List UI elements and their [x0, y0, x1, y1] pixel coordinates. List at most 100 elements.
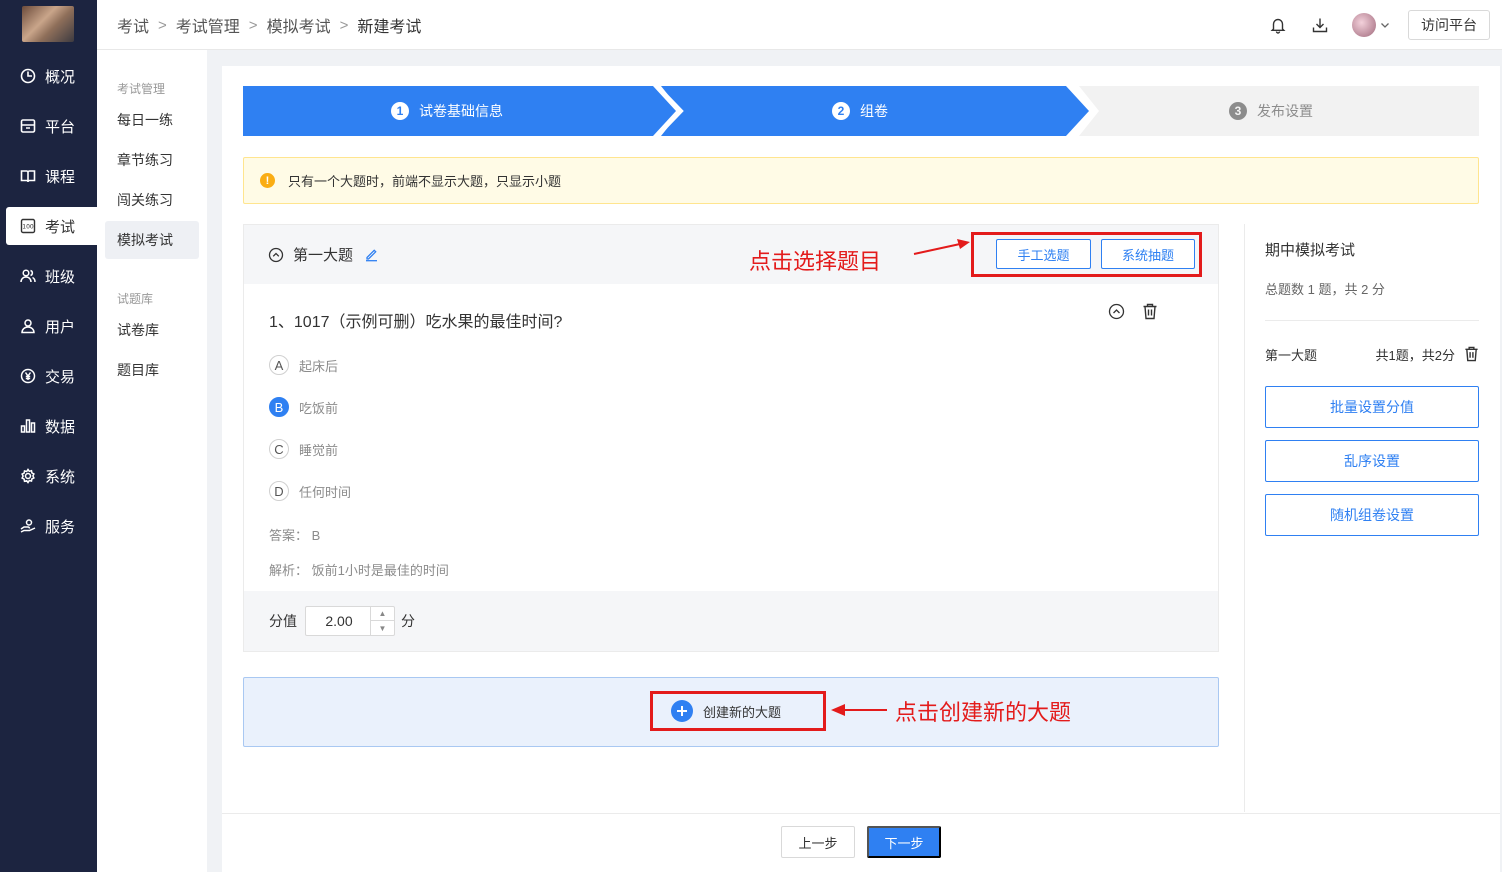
svg-text:100: 100 [22, 224, 34, 231]
nav-item-course[interactable]: 课程 [0, 157, 97, 195]
download-icon[interactable] [1310, 15, 1330, 35]
logo[interactable] [22, 6, 74, 42]
step-label: 试卷基础信息 [419, 103, 503, 119]
section-summary-name: 第一大题 [1265, 347, 1318, 363]
stepper-controls: ▲ ▼ [370, 607, 394, 635]
warning-icon: ! [260, 173, 275, 188]
gear-icon [20, 468, 36, 484]
dashboard-icon [20, 68, 36, 84]
submenu-item-daily[interactable]: 每日一练 [105, 101, 199, 139]
option-a: A 起床后 [269, 355, 338, 375]
platform-icon [20, 118, 36, 134]
step-number: 1 [391, 102, 409, 120]
chevron-up-icon[interactable]: ▲ [371, 607, 394, 621]
batch-score-button[interactable]: 批量设置分值 [1265, 386, 1479, 428]
delete-icon[interactable] [1464, 346, 1479, 362]
breadcrumb-item[interactable]: 考试 [117, 13, 149, 37]
nav-item-data[interactable]: 数据 [0, 407, 97, 445]
submenu-group-label: 试题库 [117, 292, 154, 306]
next-step-button[interactable]: 下一步 [867, 826, 941, 858]
nav-item-platform[interactable]: 平台 [0, 107, 97, 145]
manual-select-button[interactable]: 手工选题 [996, 239, 1091, 269]
section-header: 第一大题 点击选择题目 手工选题 系统抽题 [244, 225, 1218, 284]
random-paper-settings-button[interactable]: 随机组卷设置 [1265, 494, 1479, 536]
submenu-item-mock-exam[interactable]: 模拟考试 [105, 221, 199, 259]
exam-title: 期中模拟考试 [1265, 242, 1356, 259]
nav-item-exam[interactable]: 100 考试 [6, 207, 97, 245]
nav-label: 系统 [45, 468, 76, 486]
step-label: 发布设置 [1257, 103, 1313, 119]
nav-item-class[interactable]: 班级 [0, 257, 97, 295]
submenu-item-question-bank[interactable]: 题目库 [105, 351, 199, 389]
submenu-item-paper-bank[interactable]: 试卷库 [105, 311, 199, 349]
nav-label: 考试 [45, 218, 76, 236]
annotation-arrow-icon [913, 239, 970, 255]
breadcrumb-separator-icon: > [158, 16, 167, 34]
create-section-button[interactable]: 创建新的大题 [650, 691, 826, 731]
yen-icon [20, 368, 36, 384]
question-section: 第一大题 点击选择题目 手工选题 系统抽题 1、1017（示例可删）吃水果的最佳… [243, 224, 1219, 652]
create-section-area: 创建新的大题 点击创建新的大题 [243, 677, 1219, 747]
nav-item-trade[interactable]: 交易 [0, 357, 97, 395]
exam-icon: 100 [20, 218, 36, 234]
prev-step-button[interactable]: 上一步 [781, 826, 855, 858]
notice-banner: ! 只有一个大题时，前端不显示大题，只显示小题 [243, 157, 1479, 204]
nav-label: 服务 [45, 518, 76, 536]
score-bar: 分值 2.00 ▲ ▼ 分 [244, 591, 1218, 651]
breadcrumb-item[interactable]: 考试管理 [176, 13, 240, 37]
chart-icon [20, 418, 36, 434]
score-value[interactable]: 2.00 [306, 607, 372, 635]
breadcrumb-separator-icon: > [339, 16, 349, 34]
chevron-down-icon[interactable]: ▼ [371, 621, 394, 635]
option-letter-selected: B [269, 397, 289, 417]
plus-icon [671, 700, 693, 722]
user-avatar-menu[interactable] [1352, 13, 1390, 37]
step-3: 3 发布设置 [1229, 86, 1313, 136]
nav-item-service[interactable]: 服务 [0, 507, 97, 545]
nav-item-overview[interactable]: 概况 [0, 57, 97, 95]
option-d: D 任何时间 [269, 481, 351, 501]
shuffle-settings-button[interactable]: 乱序设置 [1265, 440, 1479, 482]
breadcrumb-current: 新建考试 [357, 19, 422, 36]
option-b: B 吃饭前 [269, 397, 338, 417]
section-title-row: 第一大题 [268, 225, 379, 284]
option-letter: D [269, 481, 289, 501]
step-indicator: 1 试卷基础信息 2 组卷 3 发布设置 [243, 86, 1479, 136]
submenu-item-chapter[interactable]: 章节练习 [105, 141, 199, 179]
step-number: 3 [1229, 102, 1247, 120]
service-icon [20, 518, 36, 534]
panel-divider [1244, 224, 1245, 812]
divider [1265, 320, 1479, 321]
breadcrumb-separator-icon: > [248, 16, 258, 34]
nav-item-user[interactable]: 用户 [0, 307, 97, 345]
avatar [1352, 13, 1376, 37]
main-nav: 概况 平台 课程 100 考试 班级 用户 交易 数据 系统 服务 [0, 0, 97, 872]
option-letter: A [269, 355, 289, 375]
breadcrumb-item[interactable]: 模拟考试 [267, 13, 331, 37]
nav-item-system[interactable]: 系统 [0, 457, 97, 495]
annotation-arrow-icon [831, 704, 887, 716]
option-letter: C [269, 439, 289, 459]
section-title: 第一大题 [293, 247, 354, 264]
nav-label: 交易 [45, 368, 76, 386]
system-draw-button[interactable]: 系统抽题 [1101, 239, 1195, 269]
submenu-item-levels[interactable]: 闯关练习 [105, 181, 199, 219]
score-unit: 分 [401, 613, 415, 629]
score-stepper[interactable]: 2.00 ▲ ▼ [305, 606, 395, 636]
delete-icon[interactable] [1142, 303, 1158, 320]
class-icon [20, 268, 36, 284]
bell-icon[interactable] [1268, 15, 1288, 35]
option-text: 起床后 [299, 358, 339, 374]
annotation-create-section: 点击创建新的大题 [895, 701, 1072, 726]
collapse-icon[interactable] [268, 247, 284, 263]
nav-label: 平台 [45, 118, 76, 136]
answer-text: 答案： B [269, 528, 321, 543]
edit-icon[interactable] [364, 247, 379, 262]
footer-divider [222, 813, 1500, 814]
chevron-down-icon [1380, 20, 1390, 30]
collapse-icon[interactable] [1108, 303, 1125, 320]
sub-menu: 考试管理 每日一练 章节练习 闯关练习 模拟考试 试题库 试卷库 题目库 [97, 50, 207, 872]
visit-platform-button[interactable]: 访问平台 [1408, 10, 1490, 40]
section-summary-count: 共1题，共2分 [1375, 347, 1455, 363]
user-icon [20, 318, 36, 334]
